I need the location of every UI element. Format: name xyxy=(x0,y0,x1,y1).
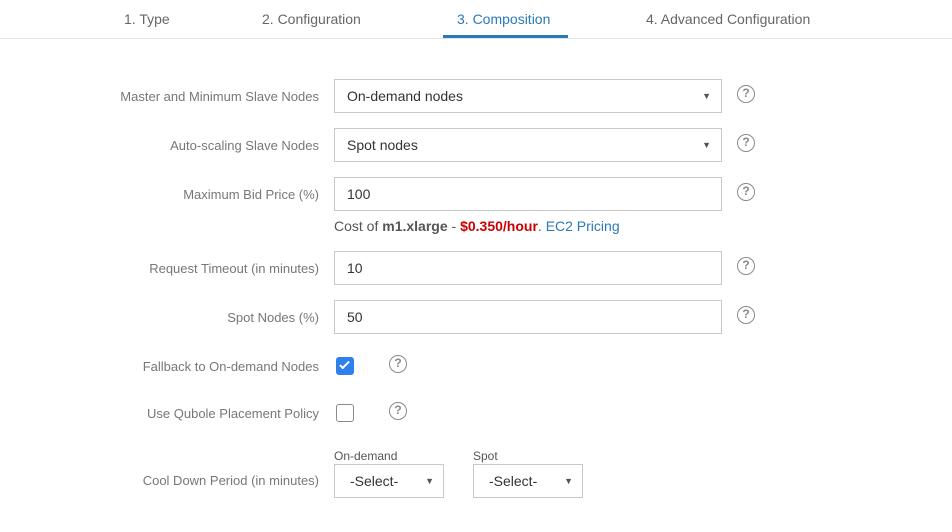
spot-nodes-label: Spot Nodes (%) xyxy=(227,310,319,325)
spot-cooldown-value: -Select- xyxy=(489,473,538,489)
cost-period: . xyxy=(537,218,542,234)
on-demand-cooldown-select[interactable]: -Select- ▼ xyxy=(334,464,444,498)
max-bid-value: 100 xyxy=(347,186,371,202)
master-nodes-label: Master and Minimum Slave Nodes xyxy=(120,89,319,104)
spot-cooldown-select[interactable]: -Select- ▼ xyxy=(473,464,583,498)
spot-label: Spot xyxy=(473,449,498,463)
fallback-checkbox[interactable] xyxy=(336,357,354,375)
chevron-down-icon: ▼ xyxy=(425,476,434,486)
chevron-down-icon: ▼ xyxy=(702,140,711,150)
tab-type[interactable]: 1. Type xyxy=(124,11,170,27)
help-icon[interactable]: ? xyxy=(389,402,407,420)
help-icon[interactable]: ? xyxy=(737,257,755,275)
cost-price: $0.350/hour xyxy=(460,218,538,234)
cost-separator: - xyxy=(451,218,457,234)
max-bid-label: Maximum Bid Price (%) xyxy=(183,187,319,202)
cost-info: Cost of m1.xlarge - $0.350/hour. EC2 Pri… xyxy=(334,218,620,234)
checkmark-icon xyxy=(339,358,350,370)
request-timeout-input[interactable]: 10 xyxy=(334,251,722,285)
spot-nodes-input[interactable]: 50 xyxy=(334,300,722,334)
cost-prefix: Cost of xyxy=(334,218,379,234)
placement-policy-checkbox[interactable] xyxy=(336,404,354,422)
spot-nodes-value: 50 xyxy=(347,309,363,325)
active-tab-indicator xyxy=(443,35,568,38)
help-icon[interactable]: ? xyxy=(737,85,755,103)
chevron-down-icon: ▼ xyxy=(564,476,573,486)
max-bid-input[interactable]: 100 xyxy=(334,177,722,211)
tab-advanced-configuration[interactable]: 4. Advanced Configuration xyxy=(646,11,810,27)
tab-configuration[interactable]: 2. Configuration xyxy=(262,11,361,27)
placement-policy-label: Use Qubole Placement Policy xyxy=(147,406,319,421)
autoscaling-nodes-value: Spot nodes xyxy=(347,137,418,153)
autoscaling-nodes-label: Auto-scaling Slave Nodes xyxy=(170,138,319,153)
wizard-tabs: 1. Type 2. Configuration 3. Composition … xyxy=(0,0,952,39)
master-nodes-select[interactable]: On-demand nodes ▼ xyxy=(334,79,722,113)
help-icon[interactable]: ? xyxy=(389,355,407,373)
fallback-label: Fallback to On-demand Nodes xyxy=(142,359,319,374)
on-demand-cooldown-value: -Select- xyxy=(350,473,399,489)
autoscaling-nodes-select[interactable]: Spot nodes ▼ xyxy=(334,128,722,162)
master-nodes-value: On-demand nodes xyxy=(347,88,463,104)
ec2-pricing-link[interactable]: EC2 Pricing xyxy=(546,218,620,234)
tab-composition[interactable]: 3. Composition xyxy=(457,11,550,27)
cool-down-label: Cool Down Period (in minutes) xyxy=(142,473,319,488)
help-icon[interactable]: ? xyxy=(737,134,755,152)
on-demand-label: On-demand xyxy=(334,449,398,463)
request-timeout-value: 10 xyxy=(347,260,363,276)
help-icon[interactable]: ? xyxy=(737,183,755,201)
help-icon[interactable]: ? xyxy=(737,306,755,324)
instance-type: m1.xlarge xyxy=(382,218,448,234)
request-timeout-label: Request Timeout (in minutes) xyxy=(149,261,319,276)
chevron-down-icon: ▼ xyxy=(702,91,711,101)
